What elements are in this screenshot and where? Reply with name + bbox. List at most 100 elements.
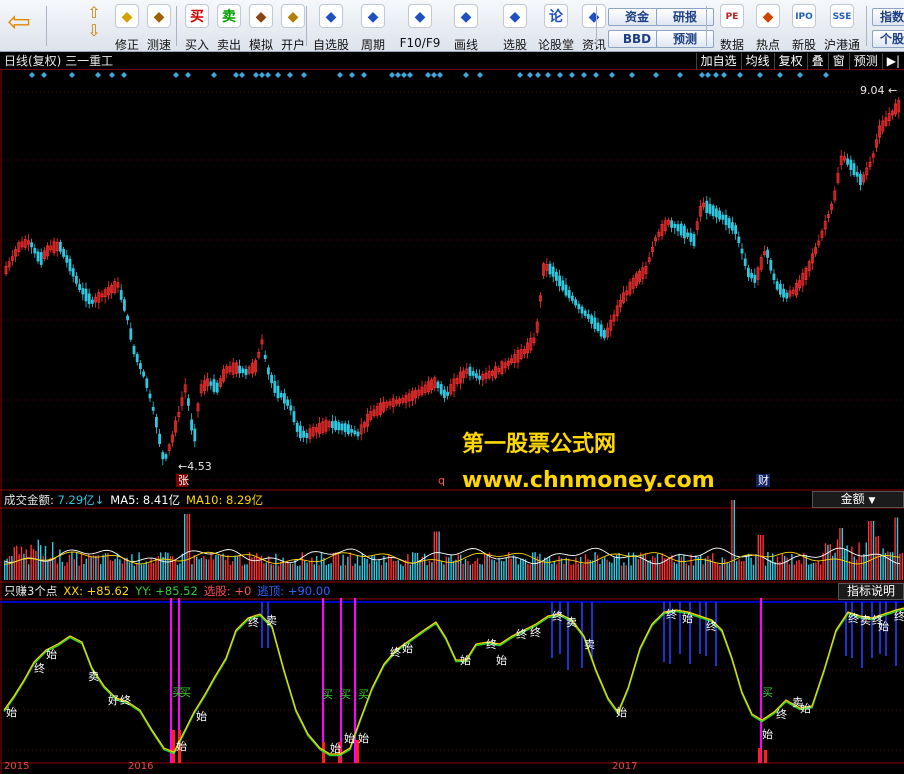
volume-bar bbox=[616, 555, 618, 580]
volume-bar bbox=[767, 552, 769, 580]
indicator-mark-good: 好 bbox=[108, 693, 119, 707]
volume-bar bbox=[596, 554, 599, 580]
clock-button[interactable]: ◆ 测速 bbox=[144, 4, 174, 52]
volume-bar bbox=[92, 555, 95, 580]
amount-select[interactable]: 金额 ▼ bbox=[812, 491, 904, 508]
volume-bar bbox=[508, 552, 510, 580]
gavel-button[interactable]: ◆ 模拟 bbox=[246, 4, 276, 52]
volume-bar bbox=[551, 563, 553, 580]
volume-bar bbox=[848, 561, 851, 580]
pe-button[interactable]: PE 数据 bbox=[716, 4, 748, 52]
star-button[interactable]: ◆ 自选股 bbox=[312, 4, 350, 52]
indicator-mark-end: 终 bbox=[516, 627, 527, 641]
volume-bar bbox=[721, 557, 723, 580]
indicator-mark-sell: 卖 bbox=[860, 614, 871, 627]
gavel-icon: ◆ bbox=[249, 4, 273, 28]
volume-bar bbox=[764, 565, 767, 580]
buy-button[interactable]: 买买入 bbox=[182, 4, 212, 52]
indicator-mark-buy: 买 bbox=[358, 688, 369, 701]
volume-bar bbox=[498, 557, 500, 580]
indicator-mark-end: 终 bbox=[486, 637, 497, 651]
volume-bar bbox=[827, 544, 829, 580]
buy-signal-bar bbox=[322, 598, 324, 763]
candle-body bbox=[676, 224, 680, 232]
volume-bar bbox=[647, 560, 649, 580]
signal-diamond-icon bbox=[517, 72, 523, 78]
volume-bar bbox=[460, 554, 462, 580]
hot-icon: ◆ bbox=[756, 4, 780, 28]
volume-bar bbox=[587, 559, 589, 580]
indicator-mark-end: 终 bbox=[34, 661, 45, 675]
indicator-mark-start: 始 bbox=[344, 731, 355, 745]
hk-button[interactable]: SSE 沪港通 bbox=[822, 4, 862, 52]
volume-bar bbox=[481, 564, 483, 580]
volume-bar bbox=[241, 565, 243, 580]
volume-bar bbox=[448, 557, 450, 580]
candle-body bbox=[468, 366, 472, 376]
page-up-button[interactable]: ⇧ ⇩ bbox=[80, 4, 108, 50]
candle-body bbox=[334, 420, 338, 431]
candle-body bbox=[750, 272, 753, 279]
volume-bar bbox=[546, 558, 548, 580]
news-button[interactable]: ◆ 资讯 bbox=[580, 4, 608, 52]
screen-button[interactable]: ◆ 选股 bbox=[496, 4, 534, 52]
back-button[interactable]: ⇦ bbox=[4, 4, 34, 50]
volume-bar bbox=[234, 555, 236, 580]
ma-button[interactable]: 均线 bbox=[740, 53, 774, 70]
candle-body bbox=[282, 393, 286, 404]
smile-button[interactable]: ◆ 修正 bbox=[112, 4, 142, 52]
volume-bar bbox=[217, 555, 219, 580]
candle-body bbox=[769, 259, 773, 271]
forum-button[interactable]: 论论股堂 bbox=[536, 4, 576, 52]
stock-button[interactable]: 个股 bbox=[872, 30, 904, 48]
volume-bar bbox=[748, 553, 750, 580]
lock-button[interactable]: ◆ 开户 bbox=[278, 4, 308, 52]
candle-body bbox=[740, 248, 744, 254]
indicator-mark-end: 终 bbox=[552, 609, 563, 623]
volume-bar bbox=[541, 560, 543, 580]
add-watchlist-button[interactable]: 加自选 bbox=[695, 53, 741, 70]
candle-body bbox=[129, 328, 133, 340]
toolbar-button-label: 热点 bbox=[755, 38, 780, 52]
f10-button[interactable]: ◆ F10/F9 bbox=[398, 4, 442, 50]
candle-body bbox=[731, 222, 734, 231]
volume-bar bbox=[421, 556, 423, 580]
candle-body bbox=[91, 299, 94, 304]
indicator-mark-start: 始 bbox=[762, 727, 773, 741]
sell-button[interactable]: 卖卖出 bbox=[214, 4, 244, 52]
pen-button[interactable]: ◆ 画线 bbox=[448, 4, 484, 52]
window-button[interactable]: 窗 bbox=[827, 53, 849, 70]
volume-bar bbox=[820, 564, 822, 580]
volume-bar bbox=[661, 553, 663, 580]
signal-diamond-icon bbox=[349, 72, 355, 78]
volume-bar bbox=[80, 553, 83, 580]
volume-bar bbox=[344, 565, 347, 580]
volume-bar bbox=[73, 559, 75, 580]
chart-canvas[interactable]: 9.04 ← ←4.53 张 q 财 始终始卖好 终买买始始终 卖买买买始始 始终 始始… bbox=[0, 70, 904, 774]
volume-bar bbox=[613, 557, 615, 580]
volume-bar bbox=[625, 565, 627, 580]
indicator-mark-buy: 买 bbox=[340, 688, 351, 701]
volume-bar bbox=[275, 553, 277, 580]
predict-button[interactable]: 预测 bbox=[848, 53, 882, 70]
volume-bar bbox=[35, 551, 37, 580]
candle-body bbox=[859, 173, 862, 185]
indicator-help-button[interactable]: 指标说明 bbox=[838, 583, 904, 600]
adjust-button[interactable]: 复权 bbox=[773, 53, 807, 70]
volume-bar bbox=[563, 563, 565, 580]
hot-button[interactable]: ◆ 热点 bbox=[752, 4, 784, 52]
expand-icon[interactable]: ▶| bbox=[881, 53, 904, 70]
overlay-button[interactable]: 叠 bbox=[806, 53, 828, 70]
period-button[interactable]: ◆ 周期 bbox=[356, 4, 390, 52]
volume-bar bbox=[709, 559, 711, 580]
ipo-button[interactable]: IPO 新股 bbox=[788, 4, 820, 52]
index-button[interactable]: 指数 bbox=[872, 8, 904, 26]
volume-bar bbox=[224, 559, 227, 580]
indicator-mark-start: 始 bbox=[46, 647, 57, 661]
candle-body bbox=[718, 210, 721, 220]
volume-bar bbox=[680, 556, 683, 580]
candle-body bbox=[78, 284, 81, 290]
indicator-mark-start: 始 bbox=[196, 709, 207, 723]
candle-body bbox=[350, 428, 354, 433]
buy-volume-bar bbox=[172, 730, 175, 763]
